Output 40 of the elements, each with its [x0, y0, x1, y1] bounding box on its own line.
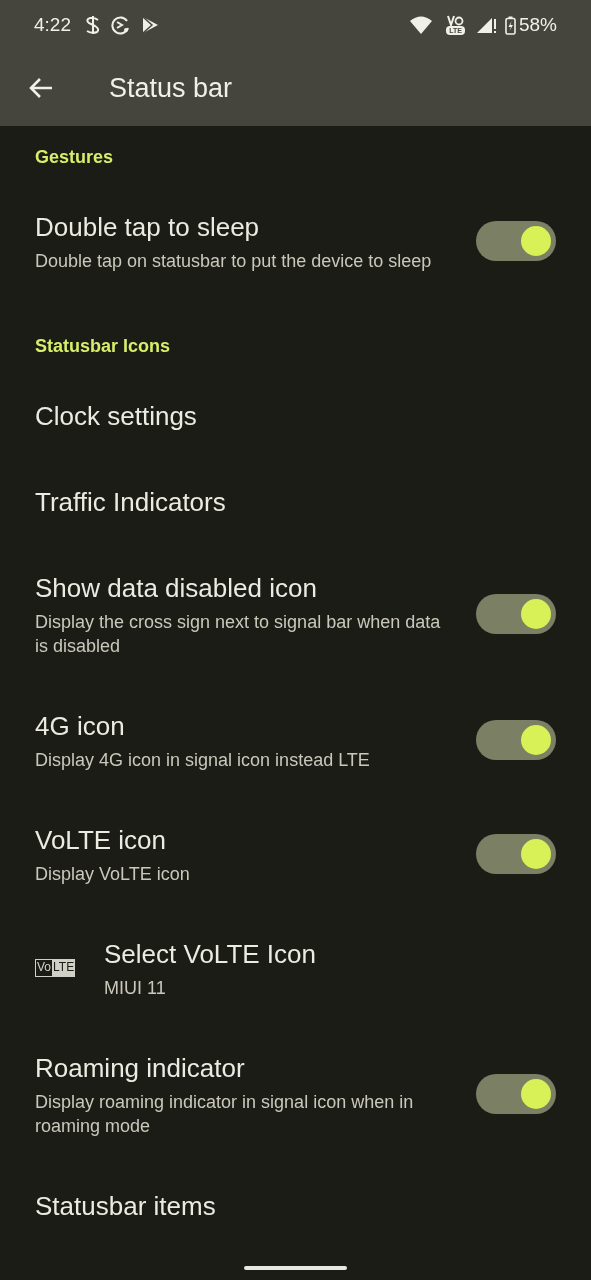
setting-summary: Display VoLTE icon [35, 863, 191, 886]
back-arrow-icon [28, 77, 54, 99]
screen-title: Status bar [109, 71, 233, 105]
setting-row[interactable]: 4G icon Display 4G icon in signal icon instead LTE [0, 683, 591, 797]
setting-title: Statusbar items [35, 1190, 217, 1223]
setting-summary: MIUI 11 [104, 977, 167, 1000]
setting-title: VoLTE icon [35, 824, 168, 857]
volte-badge-icon: Vo LTE [35, 959, 75, 977]
toggle-switch[interactable] [476, 221, 556, 261]
setting-title: Select VoLTE Icon [104, 938, 317, 971]
setting-summary: Display roaming indicator in signal icon when in roaming mode [35, 1091, 415, 1138]
wifi-icon [410, 16, 433, 34]
battery-percentage: 58% [518, 12, 557, 37]
setting-title: Show data disabled icon [35, 572, 318, 605]
setting-row[interactable]: Vo LTE Select VoLTE Icon MIUI 11 [0, 911, 591, 1025]
toggle-switch[interactable] [476, 594, 556, 634]
setting-summary: Display 4G icon in signal icon instead LTE [35, 749, 371, 772]
setting-row[interactable]: Show data disabled icon Display the cross sign next to signal bar when data is disabled [0, 545, 591, 683]
setting-row[interactable]: Roaming indicator Display roaming indicator in signal icon when in roaming mode [0, 1025, 591, 1163]
setting-row[interactable]: Statusbar items [0, 1163, 591, 1249]
setting-summary: Display the cross sign next to signal bar when data is disabled [35, 611, 442, 658]
circle-arrow-icon [111, 15, 131, 35]
section-header: Statusbar Icons [35, 336, 171, 356]
setting-title: Roaming indicator [35, 1052, 246, 1085]
section-header: Gestures [35, 147, 114, 167]
signal-icon [476, 16, 497, 34]
setting-row[interactable]: Traffic Indicators [0, 459, 591, 545]
setting-title: Clock settings [35, 400, 198, 433]
toggle-switch[interactable] [476, 1074, 556, 1114]
toggle-switch[interactable] [476, 720, 556, 760]
setting-summary: Double tap on statusbar to put the device to sleep [35, 250, 433, 273]
setting-title: Traffic Indicators [35, 486, 227, 519]
setting-row[interactable]: Clock settings [0, 373, 591, 459]
clock-time: 4:22 [34, 12, 71, 37]
setting-row[interactable]: Double tap to sleep Double tap on statusbar to put the device to sleep [0, 184, 591, 298]
toggle-switch[interactable] [476, 834, 556, 874]
setting-title: 4G icon [35, 710, 126, 743]
setting-title: Double tap to sleep [35, 211, 261, 244]
battery-charging-icon [504, 15, 516, 35]
setting-row[interactable]: VoLTE icon Display VoLTE icon [0, 797, 591, 911]
